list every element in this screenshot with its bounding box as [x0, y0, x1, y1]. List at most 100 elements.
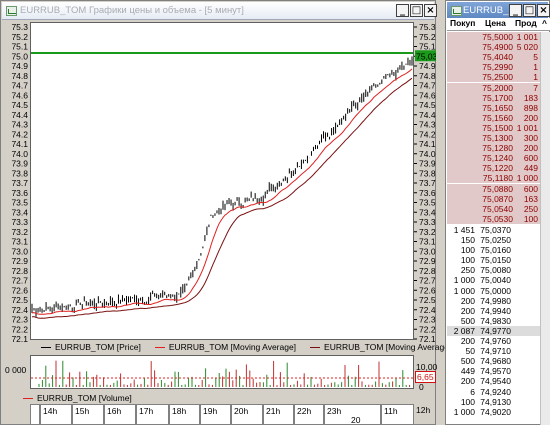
bid-row[interactable]: 1 000 74,9020 [447, 406, 540, 417]
ask-row[interactable]: 75,1220 449 [447, 163, 540, 174]
price-tick-left: 74.3 [11, 120, 28, 130]
close-button[interactable]: × [424, 4, 437, 17]
ask-row[interactable]: 75,2500 1 [447, 72, 540, 83]
ask-row[interactable]: 75,0880 600 [447, 183, 540, 194]
bid-row[interactable]: 50 74,9710 [447, 346, 540, 357]
orderbook-scrollbar[interactable] [540, 32, 550, 425]
ask-row[interactable]: 75,0870 163 [447, 193, 540, 204]
bid-row[interactable]: 250 75,0080 [447, 265, 540, 276]
volume-chart [31, 360, 413, 387]
bid-qty: 1 000 [453, 406, 475, 417]
price-tick-right: 73.8 [419, 168, 436, 178]
bid-row[interactable]: 200 74,9940 [447, 305, 540, 316]
price-tick-right: 74.3 [419, 120, 436, 130]
bid-qty: 50 [465, 346, 475, 357]
time-label: 20h [234, 406, 248, 416]
legend-line-ma-fast [154, 346, 165, 348]
ask-row[interactable]: 75,0540 250 [447, 203, 540, 214]
bid-row[interactable]: 150 75,0250 [447, 235, 540, 246]
chart-window-title: EURRUB_TOM Графики цены и объема - [5 ми… [20, 5, 244, 16]
volume-scale-right-bottom: 0 [419, 382, 424, 392]
bid-row[interactable]: 1 000 75,0000 [447, 285, 540, 296]
orderbook-close-button[interactable]: × [537, 4, 550, 17]
bid-price: 74,9570 [480, 366, 511, 377]
time-label: 22h [297, 406, 311, 416]
minimize-button[interactable]: _ [396, 4, 409, 17]
bid-qty: 449 [460, 366, 475, 377]
ask-price: 75,0540 [482, 203, 513, 214]
ask-qty: 300 [523, 133, 538, 143]
bid-price: 75,0250 [480, 235, 511, 245]
bid-row[interactable]: 500 74,9830 [447, 315, 540, 326]
bid-row[interactable]: 1 451 75,0370 [447, 224, 540, 235]
bid-row[interactable]: 200 74,9980 [447, 295, 540, 306]
ask-qty: 5 [533, 52, 538, 63]
ask-row[interactable]: 75,1650 898 [447, 102, 540, 113]
col-buy[interactable]: Покуп [447, 18, 479, 30]
ask-row[interactable]: 75,4900 5 020 [447, 42, 540, 53]
price-tick-right: 74.0 [419, 149, 436, 159]
bid-qty: 200 [460, 336, 475, 346]
time-label: 17h [139, 406, 153, 416]
moving-average-fast [31, 68, 413, 315]
col-sell[interactable]: Прод [513, 18, 539, 30]
bid-qty: 500 [460, 356, 475, 367]
bid-row[interactable]: 100 75,0160 [447, 245, 540, 256]
ask-qty: 1 001 [516, 32, 538, 42]
ask-row[interactable]: 75,4040 5 [447, 52, 540, 63]
time-axis[interactable]: 14h 15h 16h 17h 18h 19h 20h 21h 22h 23h 11h 20 [30, 404, 414, 425]
bid-row[interactable]: 2 087 74,9770 [447, 325, 540, 336]
bid-row[interactable]: 200 74,9760 [447, 336, 540, 347]
bid-price: 74,9240 [480, 386, 511, 397]
ask-price: 75,1240 [482, 153, 513, 164]
bid-row[interactable]: 6 74,9240 [447, 386, 540, 397]
bid-row[interactable]: 200 74,9540 [447, 376, 540, 387]
ask-row[interactable]: 75,2990 1 [447, 62, 540, 73]
bid-price: 74,9940 [480, 305, 511, 316]
bid-price: 74,9710 [480, 346, 511, 357]
ask-row[interactable]: 75,1700 183 [447, 92, 540, 103]
ask-price: 75,2000 [482, 82, 513, 93]
time-axis-ticks: 14h 15h 16h 17h 18h 19h 20h 21h 22h 23h 11h 20 [39, 405, 398, 424]
scroll-up-arrow[interactable]: ^ [539, 18, 550, 30]
price-tick-right: 73.4 [419, 207, 436, 217]
ask-row[interactable]: 75,1300 300 [447, 133, 540, 144]
ask-row[interactable]: 75,5000 1 001 [447, 32, 540, 43]
bid-qty: 6 [470, 386, 475, 397]
ask-row[interactable]: 75,1560 200 [447, 112, 540, 123]
bid-row[interactable]: 500 74,9680 [447, 356, 540, 367]
ask-row[interactable]: 75,1240 600 [447, 153, 540, 164]
bid-qty: 150 [460, 235, 475, 245]
orderbook-minimize-button[interactable]: _ [509, 4, 522, 17]
orderbook-header: Покуп Цена Прод ^ [447, 18, 550, 31]
bid-row[interactable]: 100 75,0150 [447, 255, 540, 266]
bid-price: 75,0370 [480, 224, 511, 235]
price-tick-right: 74.9 [419, 61, 436, 71]
legend-ma-fast: EURRUB_TOM [Moving Average] [168, 342, 297, 352]
price-tick-right: 73.9 [419, 159, 436, 169]
price-tick-left: 72.1 [11, 334, 28, 344]
ask-row[interactable]: 75,1500 1 001 [447, 122, 540, 133]
bid-row[interactable]: 449 74,9570 [447, 366, 540, 377]
bid-row[interactable]: 1 000 75,0040 [447, 275, 540, 286]
bid-qty: 200 [460, 305, 475, 316]
volume-plot-area[interactable] [30, 355, 414, 389]
ask-row[interactable]: 75,0530 100 [447, 213, 540, 224]
maximize-button[interactable]: □ [410, 4, 423, 17]
chart-titlebar[interactable]: EURRUB_TOM Графики цены и объема - [5 ми… [2, 2, 437, 20]
ask-row[interactable]: 75,1180 1 000 [447, 173, 540, 184]
ask-qty: 600 [523, 183, 538, 194]
bid-price: 74,9020 [480, 406, 511, 417]
bid-price: 74,9980 [480, 295, 511, 306]
col-price[interactable]: Цена [479, 18, 513, 30]
price-scale-right: 75.375.275.175.074.974.874.774.674.574.4… [414, 22, 436, 344]
bid-row[interactable]: 100 74,9130 [447, 396, 540, 407]
ask-price: 75,1280 [482, 143, 513, 154]
ask-row[interactable]: 75,1280 200 [447, 143, 540, 154]
ask-row[interactable]: 75,2000 7 [447, 82, 540, 93]
price-plot-area[interactable] [30, 22, 414, 340]
price-scale-left: 75.375.275.175.074.974.874.774.674.574.4… [11, 22, 28, 344]
time-label: 18h [172, 406, 186, 416]
ask-price: 75,4040 [482, 52, 513, 63]
orderbook-maximize-button[interactable]: □ [523, 4, 536, 17]
